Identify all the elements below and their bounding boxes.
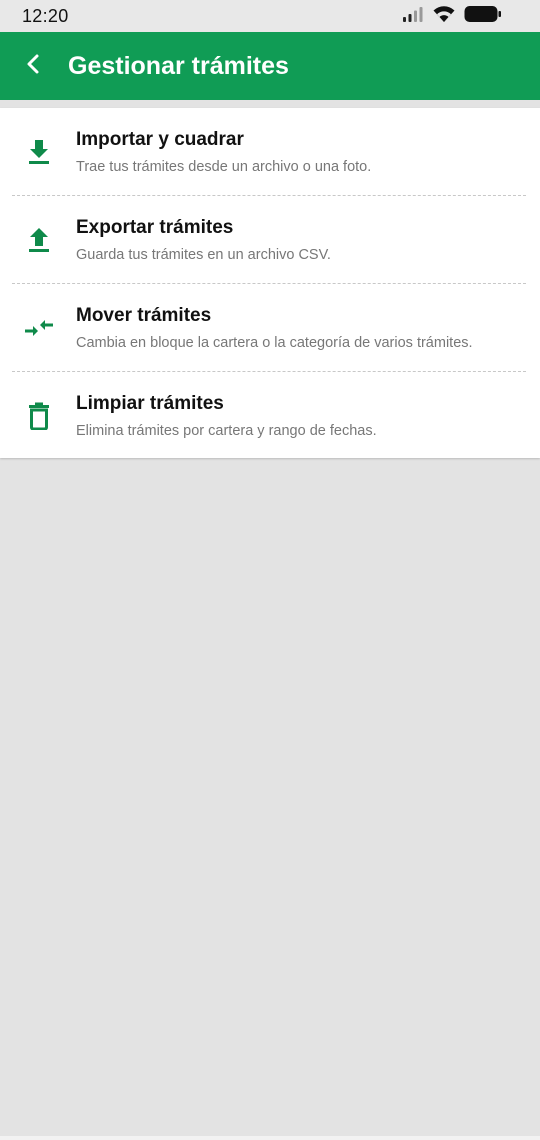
status-time: 12:20 [22,5,69,26]
status-bar: 12:20 [0,0,540,32]
menu-item-subtitle: Trae tus trámites desde un archivo o una… [76,159,372,175]
menu-item-subtitle: Guarda tus trámites en un archivo CSV. [76,247,331,263]
menu-item-export[interactable]: Exportar trámites Guarda tus trámites en… [0,196,540,284]
upload-icon [22,223,56,257]
wifi-icon [432,5,456,28]
battery-icon [464,5,502,28]
status-icons [402,5,502,28]
separator-strip [0,100,540,108]
menu-item-title: Mover trámites [76,305,212,326]
signal-icon [402,6,424,27]
menu-item-title: Importar y cuadrar [76,129,244,150]
menu-item-clean[interactable]: Limpiar trámites Elimina trámites por ca… [0,372,540,460]
menu-item-move[interactable]: Mover trámites Cambia en bloque la carte… [0,284,540,372]
bottom-edge [0,1136,540,1140]
menu-card: Importar y cuadrar Trae tus trámites des… [0,108,540,458]
trash-icon [22,399,56,433]
menu-item-title: Exportar trámites [76,217,234,238]
chevron-left-icon [24,53,44,80]
menu-item-subtitle: Elimina trámites por cartera y rango de … [76,423,377,439]
menu-item-import[interactable]: Importar y cuadrar Trae tus trámites des… [0,108,540,196]
download-icon [22,135,56,169]
app-bar: Gestionar trámites [0,32,540,100]
back-button[interactable] [0,32,68,100]
page-title: Gestionar trámites [68,51,289,80]
menu-item-subtitle: Cambia en bloque la cartera o la categor… [76,335,473,351]
menu-item-title: Limpiar trámites [76,393,224,414]
swap-arrows-icon [22,311,56,345]
